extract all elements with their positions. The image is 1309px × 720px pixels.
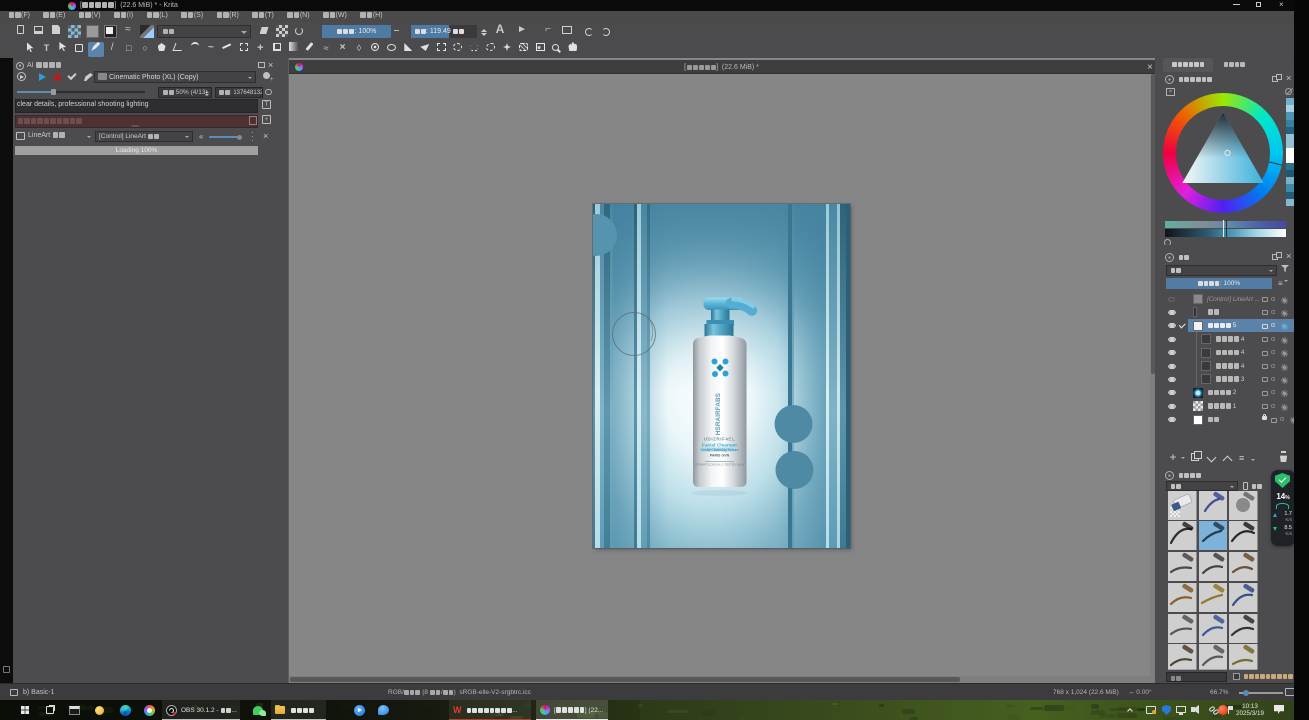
svg-text:DERMATOLOGICALLY TESTED 150ml: DERMATOLOGICALLY TESTED 150ml (695, 463, 745, 467)
svg-text:Gentle Cleansing Texture: Gentle Cleansing Texture (700, 448, 738, 452)
svg-text:HSRAIRFABS: HSRAIRFABS (715, 393, 722, 435)
svg-text:PARIS GVN: PARIS GVN (710, 454, 730, 458)
svg-text:UDIZRIF4EL: UDIZRIF4EL (704, 437, 736, 442)
